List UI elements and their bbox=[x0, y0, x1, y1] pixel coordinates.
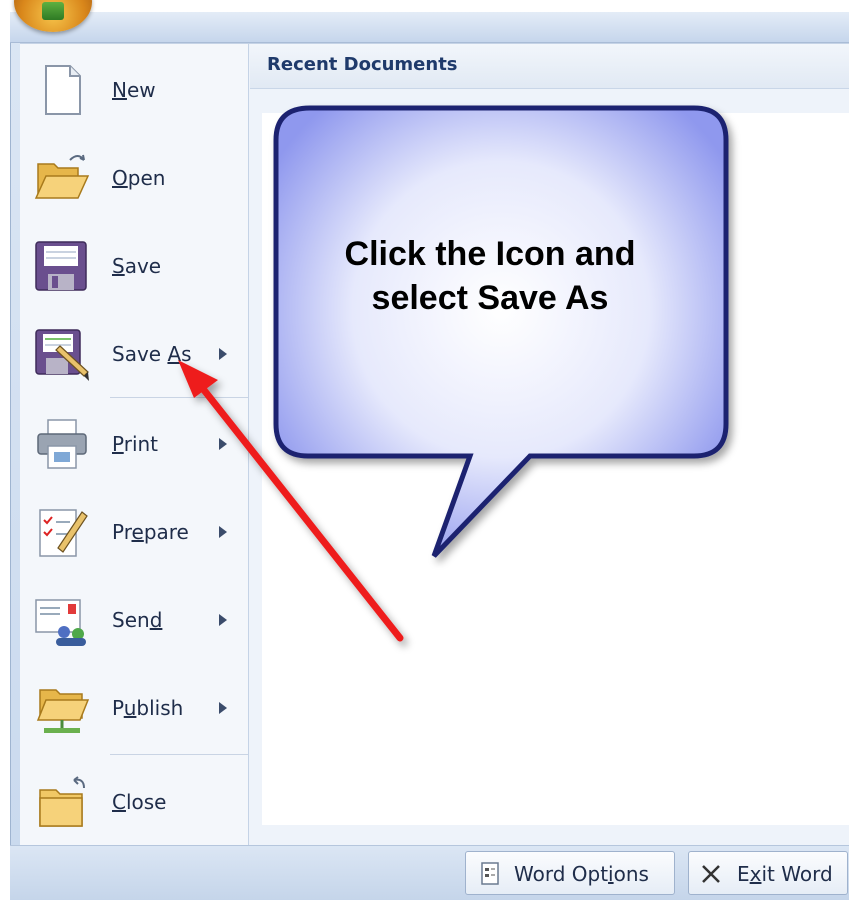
options-icon bbox=[481, 862, 499, 885]
callout-text: Click the Icon and select Save As bbox=[300, 232, 680, 320]
menu-item-save-as[interactable]: Save As bbox=[20, 310, 248, 398]
menu-item-publish[interactable]: Publish bbox=[20, 664, 248, 752]
word-options-button[interactable]: Word Options bbox=[465, 851, 675, 895]
menu-label-new: New bbox=[112, 78, 156, 102]
save-as-icon bbox=[35, 329, 89, 381]
menu-label-save: Save bbox=[112, 254, 162, 278]
callout-line-2: select Save As bbox=[371, 279, 609, 317]
prepare-icon bbox=[39, 509, 88, 557]
menu-label-prepare: Prepare bbox=[112, 520, 189, 544]
exit-word-label: Exit Word bbox=[737, 862, 833, 886]
menu-item-new[interactable]: New bbox=[20, 46, 248, 134]
send-icon bbox=[35, 599, 86, 646]
menu-label-open: Open bbox=[112, 166, 166, 190]
menu-item-open[interactable]: Open bbox=[20, 134, 248, 222]
file-menu-commands: New Open Save Save As Print Prepare Send… bbox=[20, 43, 249, 846]
menu-item-prepare[interactable]: Prepare bbox=[20, 488, 248, 576]
menu-item-print[interactable]: Print bbox=[20, 400, 248, 488]
exit-word-button[interactable]: Exit Word bbox=[688, 851, 848, 895]
printer-icon bbox=[37, 419, 87, 469]
menu-item-send[interactable]: Send bbox=[20, 576, 248, 664]
menu-item-close[interactable]: Close bbox=[20, 758, 248, 846]
submenu-arrow-icon bbox=[219, 526, 227, 538]
publish-icon bbox=[36, 689, 90, 733]
office-logo bbox=[42, 2, 64, 20]
menu-label-send: Send bbox=[112, 608, 163, 632]
close-icon bbox=[702, 865, 720, 883]
menu-separator bbox=[110, 397, 248, 398]
menu-separator bbox=[110, 754, 248, 755]
menu-label-print: Print bbox=[112, 432, 159, 456]
callout-line-1: Click the Icon and bbox=[344, 235, 636, 273]
menu-label-publish: Publish bbox=[112, 696, 184, 720]
submenu-arrow-icon bbox=[219, 348, 227, 360]
floppy-disk-icon bbox=[35, 241, 87, 291]
menu-item-save[interactable]: Save bbox=[20, 222, 248, 310]
new-document-icon bbox=[45, 65, 81, 115]
menu-label-save-as: Save As bbox=[112, 342, 192, 366]
close-folder-icon bbox=[39, 776, 85, 827]
word-options-label: Word Options bbox=[514, 862, 649, 886]
recent-documents-list[interactable] bbox=[262, 113, 849, 825]
menu-label-close: Close bbox=[112, 790, 167, 814]
title-bar bbox=[10, 12, 849, 43]
submenu-arrow-icon bbox=[219, 438, 227, 450]
recent-documents-title: Recent Documents bbox=[267, 54, 458, 75]
open-folder-icon bbox=[34, 154, 90, 199]
submenu-arrow-icon bbox=[219, 702, 227, 714]
submenu-arrow-icon bbox=[219, 614, 227, 626]
